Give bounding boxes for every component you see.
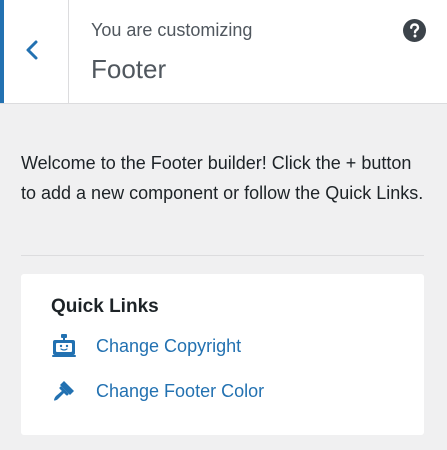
quick-links-title: Quick Links [51,296,159,317]
paintbrush-icon [54,381,74,401]
change-copyright-label: Change Copyright [96,336,242,356]
back-button[interactable] [0,0,69,103]
change-copyright-link[interactable]: Change Copyright [51,331,271,361]
section-title: Footer [91,54,167,84]
chevron-left-icon [26,40,38,60]
builder-description: Welcome to the Footer builder! Click the… [21,153,424,203]
copyright-block-icon [52,334,76,357]
customizer-header: You are customizing Footer [0,0,447,104]
change-footer-color-label: Change Footer Color [96,381,265,401]
help-button[interactable] [403,19,426,42]
customizing-label: You are customizing [91,20,253,40]
change-footer-color-link[interactable]: Change Footer Color [51,376,301,406]
quick-links-card: Quick Links Change Copyright Change Foot… [21,274,424,435]
question-circle-icon [403,19,426,42]
divider [21,255,424,256]
